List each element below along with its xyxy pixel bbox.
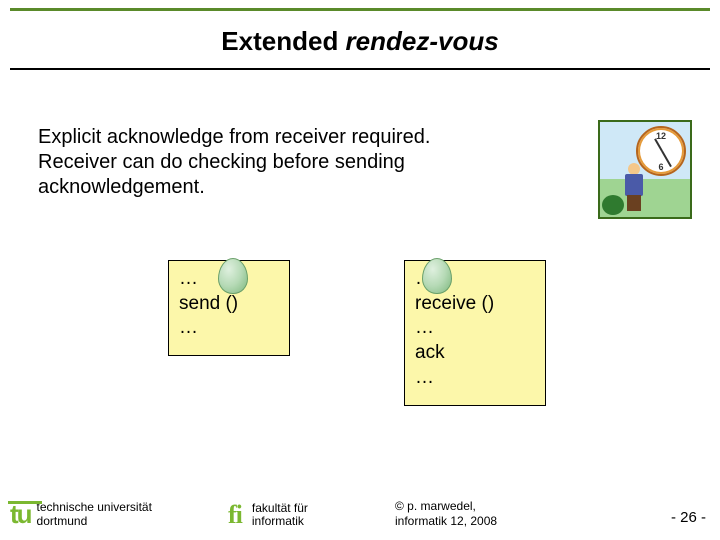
receiver-l2: receive () xyxy=(415,292,535,317)
slide-title: Extended rendez-vous xyxy=(0,26,720,57)
title-plain: Extended xyxy=(221,26,345,56)
fi-logo: fi fakultät für informatik xyxy=(228,500,308,530)
faculty-name: fakultät für informatik xyxy=(252,502,308,528)
copyright: © p. marwedel, informatik 12, 2008 xyxy=(395,499,497,528)
time-clipart: 12 6 xyxy=(598,120,692,219)
process-token-2 xyxy=(422,258,452,294)
title-italic: rendez-vous xyxy=(346,26,499,56)
body-text: Explicit acknowledge from receiver requi… xyxy=(38,125,538,200)
sender-l2: send () xyxy=(179,292,279,317)
university-name: technische universität dortmund xyxy=(37,501,152,527)
page-number: - 26 - xyxy=(671,509,706,526)
tu-logo: tu technische universität dortmund xyxy=(10,499,152,530)
tu-mark: tu xyxy=(10,499,31,530)
body-line-2: Receiver can do checking before sending … xyxy=(38,150,538,200)
receiver-l4: ack xyxy=(415,341,535,366)
process-token-1 xyxy=(218,258,248,294)
person-icon xyxy=(618,163,648,213)
sender-l3: … xyxy=(179,316,279,341)
top-rule xyxy=(10,8,710,11)
title-underline xyxy=(10,68,710,70)
receiver-l3: … xyxy=(415,316,535,341)
body-line-1: Explicit acknowledge from receiver requi… xyxy=(38,125,538,150)
fi-mark: fi xyxy=(228,500,242,530)
clock-6: 6 xyxy=(658,162,663,172)
footer: tu technische universität dortmund fi fa… xyxy=(0,492,720,532)
receiver-l5: … xyxy=(415,366,535,391)
clock-12: 12 xyxy=(656,131,666,141)
